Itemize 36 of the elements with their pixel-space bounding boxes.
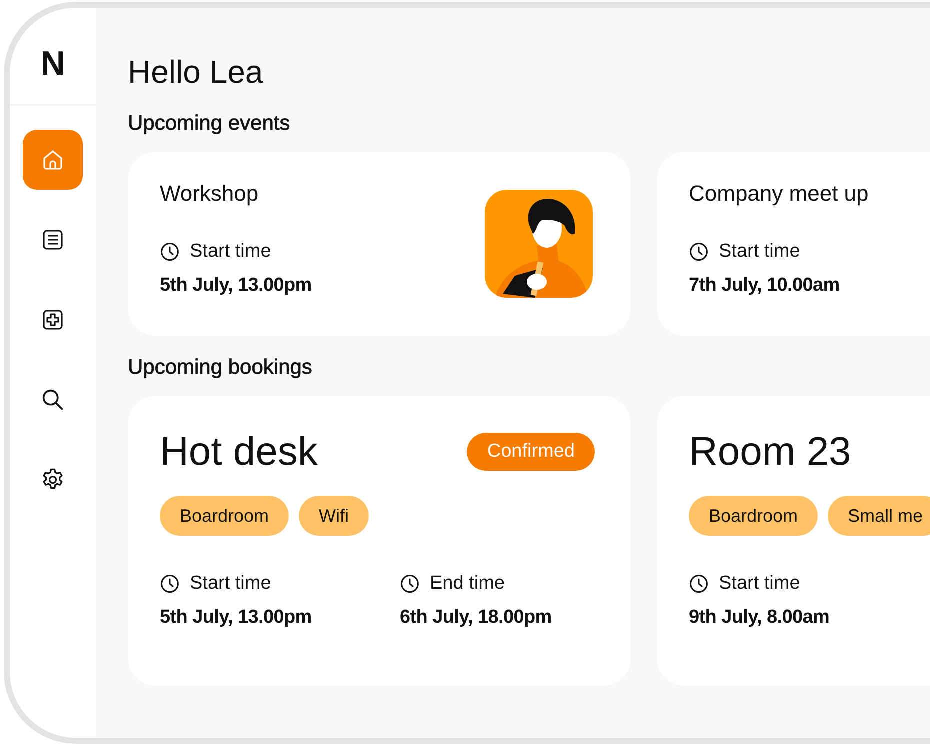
booking-card[interactable]: Hot desk Confirmed Boardroom Wifi Start time 5th July, 13.00pm End time 6th July, 18.00pm	[128, 396, 631, 686]
greeting-heading: Hello Lea	[128, 53, 264, 92]
event-title: Workshop	[160, 180, 259, 208]
tag-chip: Boardroom	[689, 496, 818, 536]
event-title: Company meet up	[689, 180, 869, 208]
clock-icon	[689, 242, 709, 262]
clock-icon	[400, 574, 420, 594]
list-icon	[41, 228, 65, 252]
booking-card[interactable]: Room 23 Boardroom Small me Start time 9th July, 8.00am	[657, 396, 930, 686]
event-card[interactable]: Workshop Start time 5th July, 13.00pm	[128, 152, 631, 336]
add-icon	[41, 308, 65, 332]
event-card[interactable]: Company meet up Start time 7th July, 10.00am	[657, 152, 930, 336]
tag-chip: Boardroom	[160, 496, 290, 536]
time-label: Start time	[719, 240, 800, 264]
section-heading: Upcoming events	[128, 112, 290, 136]
clock-icon	[689, 574, 709, 594]
tag-chip: Small me	[828, 496, 930, 536]
time-value: 5th July, 13.00pm	[160, 274, 312, 298]
clock-icon	[160, 242, 180, 262]
time-value: 9th July, 8.00am	[689, 606, 830, 630]
time-value: 7th July, 10.00am	[689, 274, 840, 298]
booking-title: Room 23	[689, 429, 852, 476]
section-heading: Upcoming bookings	[128, 356, 312, 380]
time-label: Start time	[190, 240, 272, 264]
app-logo: N	[40, 44, 66, 84]
home-icon	[41, 148, 65, 172]
time-value: 6th July, 18.00pm	[400, 606, 552, 630]
clock-icon	[160, 574, 180, 594]
time-value: 5th July, 13.00pm	[160, 606, 312, 630]
time-label: Start time	[719, 572, 800, 596]
time-label: End time	[430, 572, 505, 596]
search-icon	[40, 387, 66, 413]
time-label: Start time	[190, 572, 272, 596]
status-badge: Confirmed	[467, 433, 595, 471]
booking-title: Hot desk	[160, 429, 318, 476]
tag-chip: Wifi	[299, 496, 370, 536]
